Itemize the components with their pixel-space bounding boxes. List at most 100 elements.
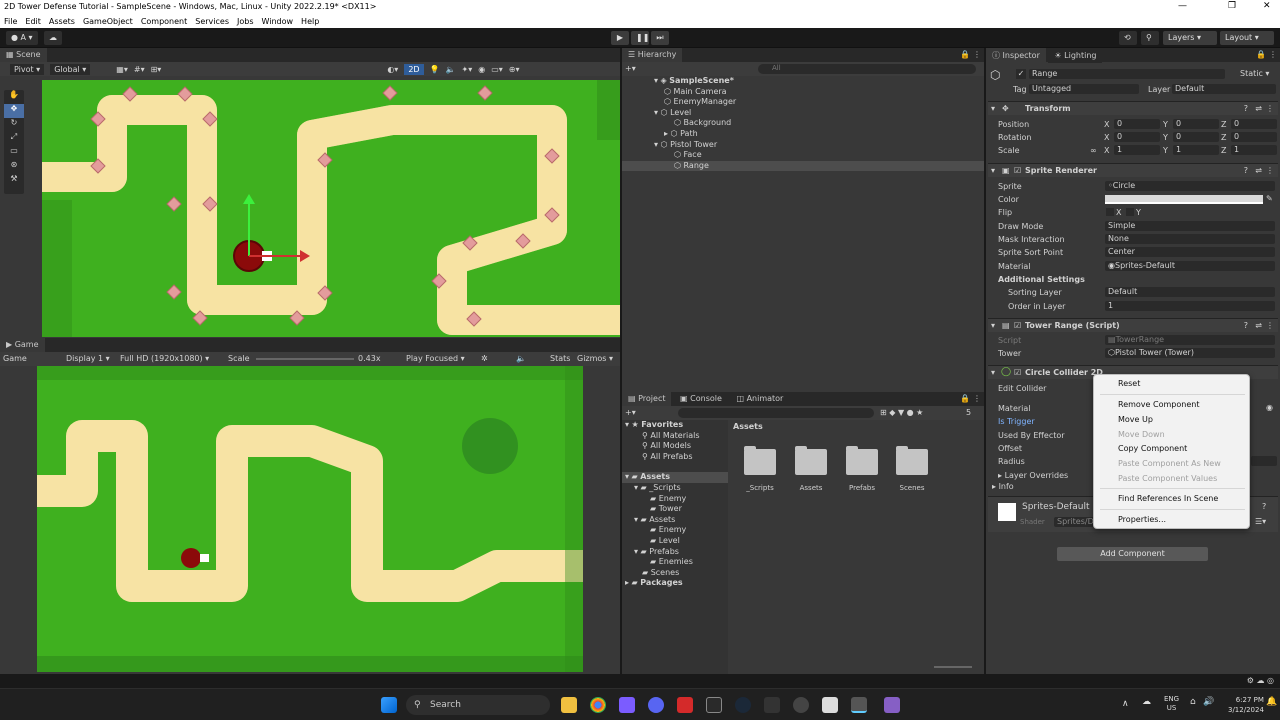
rect-tool-icon[interactable]: ▭	[4, 146, 24, 160]
circle-collider-enabled-checkbox[interactable]: ☑	[1014, 368, 1021, 377]
folder-assets[interactable]	[795, 446, 827, 475]
kebab-menu-icon[interactable]: ⋮	[973, 50, 981, 59]
rot-z-field[interactable]: 0	[1231, 132, 1277, 142]
menu-services[interactable]: Services	[195, 17, 229, 26]
folder-scenes[interactable]	[896, 446, 928, 475]
folder-prefabs[interactable]	[846, 446, 878, 475]
tree-prefabs[interactable]: ▾ ▰ Prefabs	[622, 547, 728, 558]
tab-console[interactable]: ▣ Console	[674, 392, 728, 406]
app-icon[interactable]	[764, 697, 780, 713]
bug-icon[interactable]: ✲	[481, 354, 488, 363]
add-object-button[interactable]: +▾	[625, 64, 636, 73]
project-lock-icon[interactable]: 🔒	[960, 394, 970, 403]
pivot-dropdown[interactable]: Pivot ▾	[10, 63, 45, 75]
additional-settings-foldout[interactable]: Additional Settings	[998, 275, 1085, 284]
mask-interaction-dropdown[interactable]: None	[1105, 234, 1275, 244]
flip-y-checkbox[interactable]	[1126, 208, 1134, 216]
network-icon[interactable]: ⌂	[1190, 697, 1196, 707]
game-viewport[interactable]	[37, 366, 583, 672]
draw-mode-dropdown[interactable]: Simple	[1105, 221, 1275, 231]
play-focused-dropdown[interactable]: Play Focused ▾	[406, 354, 465, 363]
rotate-tool-icon[interactable]: ↻	[4, 118, 24, 132]
history-icon[interactable]: ⟲	[1119, 31, 1137, 45]
inspector-lock-icon[interactable]: 🔒	[1256, 50, 1266, 59]
fav-all-prefabs[interactable]: ⚲ All Prefabs	[622, 452, 728, 463]
tab-game[interactable]: ▶ Game	[0, 338, 45, 352]
menu-jobs[interactable]: Jobs	[237, 17, 254, 26]
tree-scenes[interactable]: ▰ Scenes	[622, 568, 728, 579]
tree-scripts-enemy[interactable]: ▰ Enemy	[622, 494, 728, 505]
custom-tool-icon[interactable]: ⚒	[4, 174, 24, 188]
tree-item-face[interactable]: ⬡ Face	[622, 150, 984, 161]
sprite-field[interactable]: ◦Circle	[1105, 181, 1275, 191]
search-icon[interactable]: ⚲	[1141, 31, 1159, 45]
order-in-layer-field[interactable]: 1	[1105, 301, 1275, 311]
account-button[interactable]: ● A ▾	[6, 31, 38, 45]
messenger-icon[interactable]	[619, 697, 635, 713]
preset-icon[interactable]: ⇌	[1255, 321, 1262, 330]
tab-animator[interactable]: ◫ Animator	[730, 392, 790, 406]
tree-prefabs-enemies[interactable]: ▰ Enemies	[622, 557, 728, 568]
tree-item-background[interactable]: ⬡ Background	[622, 118, 984, 129]
cloud-icon[interactable]: ☁	[44, 31, 62, 45]
taskbar-search[interactable]: ⚲ Search	[406, 695, 550, 715]
tab-inspector[interactable]: ⓘ Inspector	[986, 48, 1046, 62]
project-search-input[interactable]	[678, 408, 874, 418]
tree-item-level[interactable]: ▾ ⬡ Level	[622, 108, 984, 119]
game-display-dropdown[interactable]: Game	[3, 354, 27, 363]
menu-item-remove-component[interactable]: Remove Component	[1118, 400, 1199, 409]
resolution-dropdown[interactable]: Full HD (1920x1080) ▾	[120, 354, 209, 363]
favorites-item[interactable]: ▾ ★ Favorites	[622, 420, 728, 431]
tree-assets-level[interactable]: ▰ Level	[622, 536, 728, 547]
collider-material-picker-icon[interactable]: ◉	[1266, 403, 1273, 412]
transform-tool-icon[interactable]: ⊛	[4, 160, 24, 174]
file-explorer-icon[interactable]	[561, 697, 577, 713]
tower-range-header[interactable]: ▾ ▤ ☑ Tower Range (Script) ? ⇌ ⋮	[988, 318, 1278, 332]
tree-item-scene[interactable]: ▾ ◈ SampleScene*	[622, 76, 984, 87]
scl-y-field[interactable]: 1	[1173, 145, 1219, 155]
preset-icon[interactable]: ⇌	[1255, 104, 1262, 113]
scl-z-field[interactable]: 1	[1231, 145, 1277, 155]
tower-field[interactable]: ⬡Pistol Tower (Tower)	[1105, 348, 1275, 358]
scale-tool-icon[interactable]: ⤢	[4, 132, 24, 146]
icon-size-slider[interactable]	[934, 666, 972, 668]
maximize-icon[interactable]: ❐	[1228, 1, 1236, 11]
material-help-icon[interactable]: ?	[1262, 502, 1266, 511]
tray-chevron-icon[interactable]: ∧	[1122, 699, 1129, 709]
status-icons[interactable]: ⚙ ☁ ◎	[1247, 676, 1274, 685]
help-icon[interactable]: ?	[1244, 166, 1248, 175]
sprite-renderer-enabled-checkbox[interactable]: ☑	[1014, 166, 1021, 175]
step-button[interactable]: ⏭	[651, 31, 669, 45]
color-swatch[interactable]	[1105, 195, 1263, 204]
transform-header[interactable]: ▾ ✥ Transform ? ⇌ ⋮	[988, 101, 1278, 115]
draw-mode-icon[interactable]: ◐▾	[387, 65, 398, 74]
grid-snap-icon[interactable]: ▦▾	[116, 65, 128, 74]
menu-gameobject[interactable]: GameObject	[83, 17, 133, 26]
component-menu-icon[interactable]: ⋮	[1266, 321, 1274, 330]
hidden-objects-icon[interactable]: ◉	[478, 65, 485, 74]
tree-scripts-tower[interactable]: ▰ Tower	[622, 504, 728, 515]
menu-item-properties[interactable]: Properties...	[1118, 515, 1166, 524]
tree-scripts[interactable]: ▾ ▰ _Scripts	[622, 483, 728, 494]
lighting-icon[interactable]: 💡	[430, 65, 440, 74]
hand-tool-icon[interactable]: ✋	[4, 90, 24, 104]
tree-item-main-camera[interactable]: ⬡ Main Camera	[622, 87, 984, 98]
tree-item-path[interactable]: ▸ ⬡ Path	[622, 129, 984, 140]
pause-button[interactable]: ❚❚	[631, 31, 649, 45]
eyedropper-icon[interactable]: ✎	[1266, 194, 1273, 203]
scene-viewport[interactable]	[42, 80, 620, 337]
static-toggle[interactable]: Static ▾	[1240, 69, 1269, 78]
scale-slider[interactable]	[256, 358, 354, 360]
edit-collider-label[interactable]: Edit Collider	[998, 384, 1046, 393]
pos-y-field[interactable]: 0	[1173, 119, 1219, 129]
tree-item-pistol-tower[interactable]: ▾ ⬡ Pistol Tower	[622, 140, 984, 151]
gizmos-dropdown[interactable]: Gizmos ▾	[577, 354, 613, 363]
rot-y-field[interactable]: 0	[1173, 132, 1219, 142]
tag-dropdown[interactable]: Untagged	[1029, 84, 1139, 94]
epic-games-icon[interactable]	[706, 697, 722, 713]
assets-root-item[interactable]: ▾ ▰ Assets	[622, 472, 728, 483]
info-foldout[interactable]: ▸ Info	[992, 482, 1014, 491]
global-dropdown[interactable]: Global ▾	[50, 63, 91, 75]
obs-icon[interactable]	[793, 697, 809, 713]
preset-icon[interactable]: ⇌	[1255, 166, 1262, 175]
